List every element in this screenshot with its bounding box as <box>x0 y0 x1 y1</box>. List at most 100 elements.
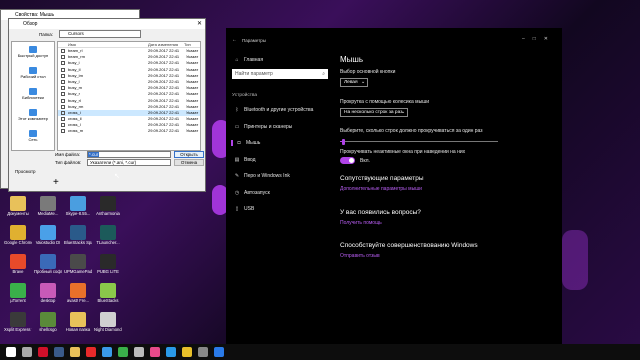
desktop-icon[interactable]: MediaMe... <box>34 196 62 228</box>
folder-select[interactable]: Cursors <box>59 30 141 38</box>
place-label: Библиотеки <box>22 95 44 100</box>
place-3[interactable]: Этот компьютер <box>12 109 54 121</box>
music-icon[interactable] <box>150 347 160 357</box>
file-date: 29.09.2017 22:41 <box>148 97 180 103</box>
nav-item-6[interactable]: ▯ USB <box>234 206 255 212</box>
place-4[interactable]: Сеть <box>12 130 54 142</box>
desktop-icon-label: PUBG LITE <box>97 269 119 274</box>
col-name-header[interactable]: Имя <box>68 42 76 47</box>
desktop-icon-label: shellcsgo <box>39 327 57 332</box>
nav-item-5[interactable]: ◷ Автозапуск <box>234 190 270 196</box>
scroll-label: Прокрутка с помощью колесика мыши <box>340 99 429 105</box>
mouse-props-icon[interactable] <box>198 347 208 357</box>
cancel-button[interactable]: Отмена <box>174 159 204 166</box>
col-type-header[interactable]: Тип <box>184 42 191 47</box>
printer-icon: ▭ <box>234 123 240 130</box>
inactive-toggle[interactable] <box>340 157 355 164</box>
nav-item-2[interactable]: ◘ Мышь <box>231 140 260 146</box>
open-button[interactable]: Открыть <box>174 151 204 158</box>
browse-dialog-titlebar: Обзор ✕ <box>9 19 205 29</box>
desktop-icon-label: avast! Fre... <box>66 298 90 303</box>
nav-item-label: Автозапуск <box>244 189 270 196</box>
desktop-app-icon <box>100 283 116 298</box>
keyboard-icon: ▤ <box>234 156 240 163</box>
desktop-icon[interactable]: Xsplit Express Video Editor <box>4 312 32 344</box>
col-date-header[interactable]: Дата изменения <box>148 42 178 47</box>
primary-button-select[interactable]: Левая ⌄ <box>340 78 368 87</box>
nav-item-0[interactable]: ᛒ Bluetooth и другие устройства <box>234 107 313 113</box>
desktop-icon-label: Пробный софт <box>34 269 62 274</box>
filename-input[interactable]: *.cur <box>87 151 171 158</box>
file-name: busy_l <box>68 78 80 84</box>
file-date: 29.09.2017 22:41 <box>148 91 180 97</box>
desktop-icon[interactable]: Night Diamond... <box>94 312 122 344</box>
nav-home[interactable]: ⌂ Главная <box>234 57 263 63</box>
place-1[interactable]: Рабочий стол <box>12 67 54 79</box>
question-title: У вас появились вопросы? <box>340 209 421 216</box>
desktop-icon[interactable]: desktop <box>34 283 62 315</box>
usb-icon: ▯ <box>235 206 239 212</box>
file-list[interactable]: Имя Дата изменения Тип beam_rl 29.09.2017… <box>57 41 201 151</box>
skype-icon[interactable] <box>166 347 176 357</box>
help-link[interactable]: Получить помощь <box>340 220 382 226</box>
nav-item-1[interactable]: ▭ Принтеры и сканеры <box>234 123 293 130</box>
place-2[interactable]: Библиотеки <box>12 88 54 100</box>
file-name: busy_m <box>68 85 83 91</box>
desktop-icon[interactable]: Antharmonia <box>94 196 122 228</box>
desktop-icon-label: Документы <box>7 211 29 216</box>
close-icon[interactable]: ✕ <box>197 19 202 29</box>
settings-gear-icon[interactable] <box>134 347 144 357</box>
desktop-app-icon <box>40 254 56 269</box>
desktop-icon[interactable]: Новая папка <box>64 312 92 344</box>
yandex-icon[interactable] <box>86 347 96 357</box>
opera-icon[interactable] <box>38 347 48 357</box>
media-player-icon[interactable] <box>102 347 112 357</box>
search-input[interactable]: Найти параметр ⌕ <box>232 69 328 79</box>
desktop-icon[interactable]: Skype-8.55... <box>64 196 92 228</box>
feedback-link[interactable]: Отправить отзыв <box>340 253 380 259</box>
cursor-file-icon <box>61 98 65 103</box>
desktop-icon-label: Night Diamond... <box>94 327 122 332</box>
chrome-icon[interactable] <box>182 347 192 357</box>
scroll-select[interactable]: На несколько строк за раз ⌄ <box>340 108 408 117</box>
desktop-icon[interactable]: Vaiostudio DI <box>34 225 62 257</box>
nav-home-label: Главная <box>244 57 264 63</box>
window-controls[interactable]: –□✕ <box>522 36 556 42</box>
chevron-down-icon: ⌄ <box>400 110 405 115</box>
bluestacks-icon[interactable] <box>118 347 128 357</box>
search-placeholder: Найти параметр <box>235 71 273 77</box>
desktop-icon[interactable]: TLauncher... <box>94 225 122 257</box>
desktop-icon[interactable]: Google Chrome <box>4 225 32 257</box>
desktop-icon[interactable]: BlueStacks <box>94 283 122 315</box>
cortana-icon[interactable] <box>22 347 32 357</box>
back-arrow-icon[interactable]: ← <box>232 37 237 43</box>
desktop-icon[interactable]: µTorrent <box>4 283 32 315</box>
file-name: cross_il <box>68 116 82 122</box>
lines-slider[interactable] <box>340 139 498 145</box>
related-link[interactable]: Дополнительные параметры мыши <box>340 186 422 192</box>
file-explorer-icon[interactable] <box>70 347 80 357</box>
desktop-icon[interactable]: avast! Fre... <box>64 283 92 315</box>
file-name: beam_rl <box>68 48 83 53</box>
steam-icon[interactable] <box>54 347 64 357</box>
file-name: cross_m <box>68 128 84 134</box>
place-0[interactable]: Быстрый доступ <box>12 46 54 58</box>
desktop-icon-label: BlueStacks <box>97 298 119 303</box>
desktop-icon[interactable]: shellcsgo <box>34 312 62 344</box>
desktop-icon[interactable]: Пробный софт <box>34 254 62 286</box>
desktop-icon[interactable]: BlueStacks Space <box>64 225 92 257</box>
file-row[interactable]: cross_m 29.09.2017 22:41 Указат <box>58 128 200 134</box>
desktop-icon[interactable]: Документы <box>4 196 32 228</box>
desktop-icon[interactable]: Brave <box>4 254 32 286</box>
file-name: busy_rl <box>68 97 81 103</box>
nav-item-4[interactable]: ✎ Перо и Windows Ink <box>234 173 290 179</box>
windows-start-icon[interactable] <box>6 347 16 357</box>
filetype-select[interactable]: Указатели (*.ani, *.cur) <box>87 159 171 166</box>
file-type: Указат <box>186 48 199 53</box>
desktop-icon[interactable]: UPMGamePad <box>64 254 92 286</box>
file-type: Указат <box>186 78 199 84</box>
slider-thumb[interactable] <box>342 139 346 145</box>
photoshop-icon[interactable] <box>214 347 224 357</box>
desktop-icon[interactable]: PUBG LITE <box>94 254 122 286</box>
nav-item-3[interactable]: ▤ Ввод <box>234 157 256 163</box>
